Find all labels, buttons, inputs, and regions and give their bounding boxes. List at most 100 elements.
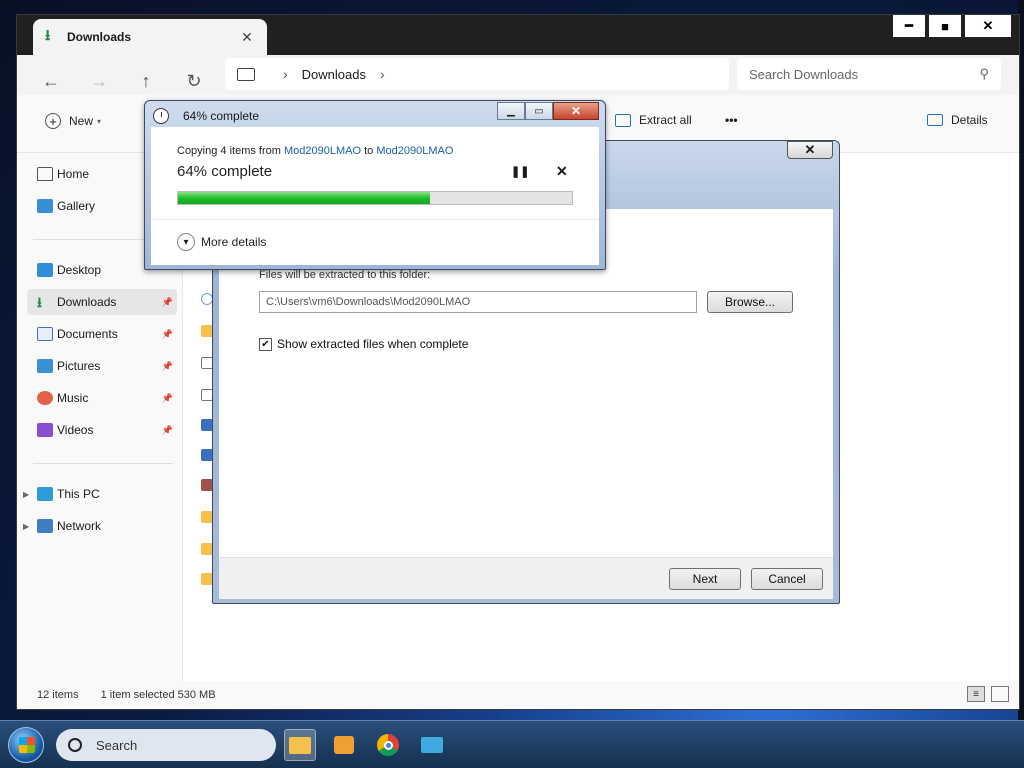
progress-bar bbox=[177, 191, 573, 205]
taskbar: Search bbox=[0, 720, 1024, 768]
sidebar-item-network[interactable]: ▶ Network bbox=[23, 513, 177, 539]
sidebar-item-label: Desktop bbox=[57, 263, 102, 277]
close-button[interactable]: ✕ bbox=[553, 102, 599, 120]
download-icon: ⭳ bbox=[37, 294, 42, 310]
videos-icon bbox=[37, 423, 53, 437]
minimize-button[interactable]: ━ bbox=[893, 15, 925, 37]
show-files-checkbox[interactable]: ✔ Show extracted files when complete bbox=[259, 337, 468, 351]
minimize-button[interactable]: ▁ bbox=[497, 102, 525, 120]
progress-title-bar: 64% complete bbox=[153, 108, 259, 124]
browse-button[interactable]: Browse... bbox=[707, 291, 793, 313]
sidebar-item-pictures[interactable]: Pictures 📌 bbox=[27, 353, 177, 379]
copy-progress-dialog: 64% complete ▁ ▭ ✕ Copying 4 items from … bbox=[144, 100, 606, 270]
sidebar-item-music[interactable]: Music 📌 bbox=[27, 385, 177, 411]
chrome-taskbar-icon[interactable] bbox=[372, 729, 404, 761]
sidebar-item-this-pc[interactable]: ▶ This PC bbox=[23, 481, 177, 507]
checkbox-label: Show extracted files when complete bbox=[277, 337, 469, 351]
chevron-right-icon[interactable]: › bbox=[380, 66, 385, 82]
search-input[interactable]: Search Downloads ⚲ bbox=[737, 58, 1001, 90]
clock-icon bbox=[153, 108, 169, 124]
pin-icon[interactable]: 📌 bbox=[162, 425, 173, 436]
sidebar-item-label: Home bbox=[57, 167, 90, 181]
address-bar[interactable]: › Downloads › bbox=[225, 58, 729, 90]
cancel-copy-icon[interactable]: ✕ bbox=[556, 163, 568, 180]
sidebar-item-label: Network bbox=[57, 519, 102, 533]
tab-downloads[interactable]: ⭳ Downloads ✕ bbox=[33, 19, 267, 55]
more-label: ••• bbox=[725, 113, 738, 127]
pin-icon[interactable]: 📌 bbox=[162, 297, 173, 308]
refresh-icon[interactable]: ↻ bbox=[180, 67, 208, 95]
close-button[interactable]: ✕ bbox=[787, 141, 833, 159]
up-arrow-icon[interactable]: ↑ bbox=[132, 67, 160, 95]
more-details-button[interactable]: ▾ More details bbox=[177, 233, 266, 251]
back-arrow-icon[interactable]: ← bbox=[37, 67, 65, 95]
pin-icon[interactable]: 📌 bbox=[162, 329, 173, 340]
next-button[interactable]: Next bbox=[669, 568, 741, 590]
tab-label: Downloads bbox=[67, 30, 132, 44]
details-view-icon[interactable]: ≡ bbox=[967, 686, 985, 702]
new-label: New bbox=[69, 114, 94, 128]
chevron-right-icon[interactable]: ▶ bbox=[23, 522, 29, 531]
pin-icon[interactable]: 📌 bbox=[162, 393, 173, 404]
chevron-down-icon: ▾ bbox=[97, 116, 102, 126]
selection-info: 1 item selected 530 MB bbox=[100, 689, 216, 701]
windows-logo-icon bbox=[19, 737, 35, 753]
close-tab-icon[interactable]: ✕ bbox=[239, 29, 255, 46]
maximize-button[interactable]: ■ bbox=[929, 15, 961, 37]
status-bar: 12 items 1 item selected 530 MB ≡ bbox=[17, 681, 1019, 709]
sidebar-item-label: This PC bbox=[57, 487, 100, 501]
chevron-right-icon[interactable]: ▶ bbox=[23, 490, 29, 499]
breadcrumb-downloads[interactable]: Downloads bbox=[302, 67, 366, 82]
this-pc-icon bbox=[237, 67, 255, 81]
chevron-right-icon[interactable]: › bbox=[283, 66, 288, 82]
source-link[interactable]: Mod2090LMAO bbox=[284, 145, 361, 157]
window-controls: ━ ■ ✕ bbox=[889, 15, 1011, 37]
sidebar-item-label: Downloads bbox=[57, 295, 117, 309]
extract-all-button[interactable]: Extract all bbox=[615, 113, 692, 127]
documents-icon bbox=[37, 327, 53, 341]
close-window-button[interactable]: ✕ bbox=[965, 15, 1011, 37]
to-word: to bbox=[361, 145, 377, 157]
sidebar-item-documents[interactable]: Documents 📌 bbox=[27, 321, 177, 347]
tiles-view-icon[interactable] bbox=[991, 686, 1009, 702]
forward-arrow-icon[interactable]: → bbox=[85, 67, 113, 95]
chevron-down-icon: ▾ bbox=[177, 233, 195, 251]
details-pane-icon bbox=[927, 114, 943, 126]
home-icon bbox=[37, 167, 53, 181]
sidebar-item-label: Gallery bbox=[57, 199, 96, 213]
network-icon bbox=[37, 519, 53, 533]
details-button[interactable]: Details bbox=[927, 113, 988, 127]
taskbar-search-label: Search bbox=[96, 737, 138, 753]
pictures-icon bbox=[37, 359, 53, 373]
cancel-button[interactable]: Cancel bbox=[751, 568, 823, 590]
new-button[interactable]: + New ▾ bbox=[45, 113, 101, 129]
destination-path-input[interactable]: C:\Users\vm6\Downloads\Mod2090LMAO bbox=[259, 291, 697, 313]
maximize-button[interactable]: ▭ bbox=[525, 102, 553, 120]
remote-desktop-taskbar-icon[interactable] bbox=[416, 729, 448, 761]
sidebar-item-downloads[interactable]: ⭳ Downloads 📌 bbox=[27, 289, 177, 315]
sidebar-item-label: Videos bbox=[57, 423, 94, 437]
music-icon bbox=[37, 391, 53, 405]
search-icon bbox=[68, 738, 82, 752]
progress-title: 64% complete bbox=[183, 109, 260, 123]
sidebar-item-videos[interactable]: Videos 📌 bbox=[27, 417, 177, 443]
sidebar-item-label: Documents bbox=[57, 327, 118, 341]
checkbox-checked-icon[interactable]: ✔ bbox=[259, 337, 272, 351]
taskbar-search[interactable]: Search bbox=[56, 729, 276, 761]
details-label: Details bbox=[951, 113, 988, 127]
sidebar-divider bbox=[33, 463, 173, 464]
item-count: 12 items bbox=[37, 689, 79, 701]
media-player-taskbar-icon[interactable] bbox=[328, 729, 360, 761]
destination-link[interactable]: Mod2090LMAO bbox=[376, 145, 453, 157]
plus-icon: + bbox=[45, 113, 61, 129]
view-toggle: ≡ bbox=[967, 686, 1009, 702]
file-explorer-taskbar-icon[interactable] bbox=[284, 729, 316, 761]
start-button[interactable] bbox=[8, 727, 44, 763]
more-details-label: More details bbox=[201, 235, 267, 249]
pin-icon[interactable]: 📌 bbox=[162, 361, 173, 372]
search-placeholder: Search Downloads bbox=[749, 66, 859, 82]
progress-body: Copying 4 items from Mod2090LMAO to Mod2… bbox=[151, 127, 599, 265]
destination-label: Files will be extracted to this folder: bbox=[259, 269, 431, 281]
more-options-button[interactable]: ••• bbox=[725, 113, 738, 127]
pause-icon[interactable]: ❚❚ bbox=[511, 165, 529, 178]
